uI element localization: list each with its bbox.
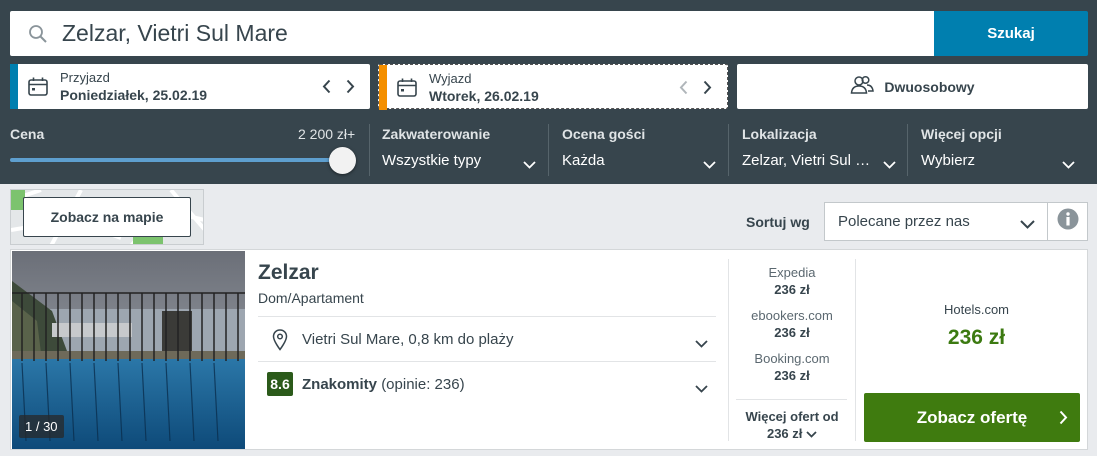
photo-counter: 1 / 30 bbox=[19, 415, 64, 438]
rating-filter-label: Ocena gości bbox=[562, 126, 646, 142]
checkin-arrows bbox=[320, 76, 356, 96]
offer-item[interactable]: Expedia 236 zł bbox=[729, 265, 855, 297]
checkout-stripe bbox=[379, 65, 387, 110]
room-type-value: Dwuosobowy bbox=[884, 78, 975, 95]
rating-filter[interactable]: Ocena gości Każda bbox=[562, 118, 716, 184]
offer-site: Expedia bbox=[768, 265, 816, 280]
sort-value: Polecane przez nas bbox=[838, 213, 970, 230]
filter-divider bbox=[907, 124, 908, 176]
rating-label: Znakomity bbox=[302, 376, 378, 393]
chevron-left-icon[interactable] bbox=[320, 76, 332, 96]
checkout-label: Wyjazd bbox=[429, 71, 472, 86]
rating-score-badge: 8.6 bbox=[267, 372, 293, 396]
hotel-photo[interactable]: 1 / 30 bbox=[12, 251, 245, 449]
filters-bar: Cena 2 200 zł+ Zakwaterowanie Wszystkie … bbox=[0, 118, 1097, 184]
search-panel: Szukaj Przyjazd Poniedziałek, 25.02.19 W… bbox=[0, 0, 1097, 184]
location-filter[interactable]: Lokalizacja Zelzar, Vietri Sul Mare bbox=[742, 118, 896, 184]
hotel-result-card: 1 / 30 Zelzar Dom/Apartament Vietri Sul … bbox=[10, 249, 1088, 450]
rating-row[interactable]: 8.6 Znakomity (opinie: 236) bbox=[258, 362, 716, 406]
room-type-selector[interactable]: Dwuosobowy bbox=[737, 64, 1088, 109]
sort-label: Sortuj wg bbox=[746, 214, 810, 230]
filter-divider bbox=[728, 124, 729, 176]
checkin-stripe bbox=[10, 64, 18, 109]
calendar-icon bbox=[28, 77, 48, 101]
accommodation-filter[interactable]: Zakwaterowanie Wszystkie typy bbox=[382, 118, 536, 184]
chevron-right-icon[interactable] bbox=[701, 77, 713, 97]
location-filter-value: Zelzar, Vietri Sul Mare bbox=[742, 152, 874, 169]
price-slider-track[interactable] bbox=[10, 158, 342, 162]
rating-filter-value: Każda bbox=[562, 152, 605, 169]
guests-icon bbox=[850, 75, 875, 98]
filter-divider bbox=[369, 124, 370, 176]
accommodation-filter-value: Wszystkie typy bbox=[382, 152, 482, 169]
offer-item[interactable]: ebookers.com 236 zł bbox=[729, 308, 855, 340]
chevron-down-icon bbox=[695, 380, 708, 398]
checkout-date-field[interactable]: Wyjazd Wtorek, 26.02.19 bbox=[378, 64, 728, 110]
price-filter-label: Cena bbox=[10, 126, 45, 142]
chevron-right-icon bbox=[1059, 410, 1068, 430]
location-pin-icon bbox=[272, 329, 288, 356]
more-options-filter-value: Wybierz bbox=[921, 152, 976, 169]
search-box[interactable] bbox=[10, 11, 934, 56]
location-row[interactable]: Vietri Sul Mare, 0,8 km do plaży bbox=[258, 317, 716, 361]
view-deal-label: Zobacz ofertę bbox=[916, 407, 1028, 427]
checkin-label: Przyjazd bbox=[60, 70, 110, 85]
checkin-date-field[interactable]: Przyjazd Poniedziałek, 25.02.19 bbox=[10, 64, 370, 109]
chevron-down-icon bbox=[695, 335, 708, 353]
chevron-down-icon bbox=[523, 156, 536, 174]
chevron-down-icon bbox=[1062, 156, 1075, 174]
chevron-left-icon[interactable] bbox=[677, 77, 689, 97]
price-slider-handle[interactable] bbox=[329, 147, 356, 174]
more-offers-label: Więcej ofert od bbox=[745, 409, 839, 424]
offer-price: 236 zł bbox=[774, 325, 810, 340]
chevron-down-icon bbox=[703, 156, 716, 174]
more-offers-link[interactable]: Więcej ofert od 236 zł bbox=[729, 409, 855, 441]
checkout-value: Wtorek, 26.02.19 bbox=[429, 88, 539, 104]
chevron-right-icon[interactable] bbox=[344, 76, 356, 96]
location-text: Vietri Sul Mare, 0,8 km do plaży bbox=[302, 331, 514, 348]
more-options-filter[interactable]: Więcej opcji Wybierz bbox=[921, 118, 1075, 184]
more-offers-price: 236 zł bbox=[766, 426, 803, 441]
calendar-icon bbox=[397, 78, 417, 102]
view-deal-button[interactable]: Zobacz ofertę bbox=[864, 393, 1080, 442]
best-offer-site: Hotels.com bbox=[943, 302, 1010, 317]
search-input[interactable] bbox=[62, 20, 882, 47]
rating-reviews: (opinie: 236) bbox=[381, 376, 465, 393]
best-offer-price[interactable]: 236 zł bbox=[864, 326, 1089, 350]
checkin-value: Poniedziałek, 25.02.19 bbox=[60, 87, 208, 103]
search-icon bbox=[28, 24, 48, 44]
price-filter-value: 2 200 zł+ bbox=[298, 126, 356, 142]
divider bbox=[736, 399, 847, 400]
info-icon bbox=[1057, 208, 1079, 235]
search-button[interactable]: Szukaj bbox=[934, 11, 1088, 56]
more-offers-price-line: 236 zł bbox=[729, 426, 855, 441]
sort-info-button[interactable] bbox=[1048, 202, 1088, 241]
offer-site: Booking.com bbox=[754, 351, 830, 366]
offer-site: ebookers.com bbox=[751, 308, 833, 323]
checkout-arrows bbox=[677, 77, 713, 97]
hotel-name[interactable]: Zelzar bbox=[258, 261, 319, 285]
accommodation-filter-label: Zakwaterowanie bbox=[382, 126, 491, 142]
chevron-down-icon bbox=[883, 156, 896, 174]
rating-text: Znakomity (opinie: 236) bbox=[302, 376, 465, 393]
chevron-down-icon bbox=[1020, 216, 1035, 233]
offer-price: 236 zł bbox=[774, 368, 810, 383]
divider bbox=[855, 259, 856, 441]
offer-item[interactable]: Booking.com 236 zł bbox=[729, 351, 855, 383]
view-on-map-button[interactable]: Zobacz na mapie bbox=[23, 197, 191, 237]
sort-dropdown[interactable]: Polecane przez nas bbox=[824, 202, 1048, 241]
hotel-type: Dom/Apartament bbox=[258, 290, 364, 306]
filter-divider bbox=[548, 124, 549, 176]
chevron-down-icon bbox=[806, 426, 817, 441]
location-filter-label: Lokalizacja bbox=[742, 126, 817, 142]
more-options-filter-label: Więcej opcji bbox=[921, 126, 1002, 142]
offer-price: 236 zł bbox=[774, 282, 810, 297]
